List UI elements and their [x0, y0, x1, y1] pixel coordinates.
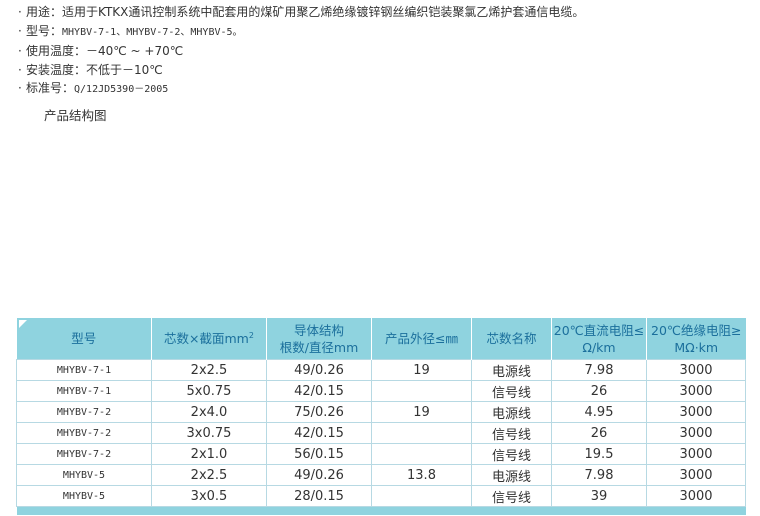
cell-resistance: 39	[551, 485, 647, 507]
cell-core-name: 信号线	[471, 422, 552, 444]
corner-mark	[18, 320, 27, 328]
header-conductor-line2: 根数/直径mm	[279, 339, 359, 355]
diagram-caption: 产品结构图	[44, 108, 107, 123]
cell-cores: 2x2.5	[151, 464, 267, 486]
header-model: 型号	[16, 318, 152, 360]
cell-resistance: 4.95	[551, 401, 647, 423]
cell-model: MHYBV-7-1	[16, 359, 152, 381]
header-insulation-line2: MΩ·km	[674, 339, 719, 355]
cell-cores: 3x0.75	[151, 422, 267, 444]
cell-conductor: 49/0.26	[266, 359, 372, 381]
header-resistance: 20℃直流电阻≤ Ω/km	[551, 318, 647, 360]
header-diameter-text: 产品外径≤㎜	[385, 331, 458, 346]
spec-standard-label: 标准号：	[26, 81, 75, 95]
cell-diameter	[371, 380, 472, 402]
bullet: ·	[18, 62, 22, 77]
cell-conductor: 75/0.26	[266, 401, 372, 423]
cell-core-name: 电源线	[471, 401, 552, 423]
spec-usage-text: 用途：适用于KTKX通讯控制系统中配套用的煤矿用聚乙烯绝缘镀锌钢丝编织铠装聚氯乙…	[26, 5, 585, 19]
cell-insulation: 3000	[646, 443, 746, 465]
table-header-row: 型号 芯数×截面mm2 导体结构 根数/直径mm 产品外径≤㎜ 芯数名称 20℃直…	[16, 318, 746, 360]
cell-conductor: 42/0.15	[266, 380, 372, 402]
cell-cores: 3x0.5	[151, 485, 267, 507]
spec-list: · 用途：适用于KTKX通讯控制系统中配套用的煤矿用聚乙烯绝缘镀锌钢丝编织铠装聚氯…	[18, 3, 584, 100]
cell-model: MHYBV-7-2	[16, 401, 152, 423]
cell-cores: 5x0.75	[151, 380, 267, 402]
table-row: MHYBV-7-2 2x1.0 56/0.15 信号线 19.5 3000	[16, 443, 746, 465]
spec-temp-use: · 使用温度：－40℃ ~ +70℃	[18, 42, 584, 61]
cell-insulation: 3000	[646, 485, 746, 507]
cell-insulation: 3000	[646, 422, 746, 444]
table-row: MHYBV-5 2x2.5 49/0.26 13.8 电源线 7.98 3000	[16, 464, 746, 486]
cell-cores: 2x2.5	[151, 359, 267, 381]
spec-standard: · 标准号：Q/12JD5390－2005	[18, 79, 584, 100]
cell-diameter: 19	[371, 359, 472, 381]
cell-conductor: 28/0.15	[266, 485, 372, 507]
spec-temp-install: · 安装温度：不低于－10℃	[18, 61, 584, 80]
cell-core-name: 电源线	[471, 359, 552, 381]
spec-model: · 型号：MHYBV-7-1、MHYBV-7-2、MHYBV-5。	[18, 22, 584, 43]
table-row: MHYBV-7-1 2x2.5 49/0.26 19 电源线 7.98 3000	[16, 359, 746, 381]
spec-table: 型号 芯数×截面mm2 导体结构 根数/直径mm 产品外径≤㎜ 芯数名称 20℃直…	[16, 318, 746, 515]
cell-diameter: 13.8	[371, 464, 472, 486]
table-footer-bar	[16, 506, 746, 515]
cell-cores: 2x4.0	[151, 401, 267, 423]
table-row: MHYBV-5 3x0.5 28/0.15 信号线 39 3000	[16, 485, 746, 507]
cell-model: MHYBV-5	[16, 464, 152, 486]
header-conductor-line1: 导体结构	[293, 322, 344, 338]
cell-diameter	[371, 485, 472, 507]
bullet: ·	[18, 44, 22, 58]
cell-resistance: 7.98	[551, 464, 647, 486]
header-cores: 芯数×截面mm2	[151, 318, 267, 360]
cell-resistance: 26	[551, 380, 647, 402]
cell-resistance: 19.5	[551, 443, 647, 465]
cell-core-name: 信号线	[471, 485, 552, 507]
header-resistance-line1: 20℃直流电阻≤	[553, 322, 645, 338]
cell-model: MHYBV-5	[16, 485, 152, 507]
spec-standard-value: Q/12JD5390－2005	[74, 84, 169, 95]
header-model-text: 型号	[71, 331, 97, 346]
cell-diameter	[371, 443, 472, 465]
cell-cores: 2x1.0	[151, 443, 267, 465]
cell-insulation: 3000	[646, 359, 746, 381]
cell-model: MHYBV-7-1	[16, 380, 152, 402]
table-row: MHYBV-7-2 2x4.0 75/0.26 19 电源线 4.95 3000	[16, 401, 746, 423]
spec-temp-use-text: 使用温度：－40℃ ~ +70℃	[26, 44, 184, 58]
table-row: MHYBV-7-2 3x0.75 42/0.15 信号线 26 3000	[16, 422, 746, 444]
header-cores-text: 芯数×截面mm	[164, 331, 249, 346]
table-footer-cell	[16, 506, 746, 515]
header-diameter: 产品外径≤㎜	[371, 318, 472, 360]
diagram-image-area	[18, 126, 744, 312]
cell-conductor: 42/0.15	[266, 422, 372, 444]
spec-temp-install-text: 安装温度：不低于－10℃	[26, 62, 163, 77]
cell-core-name: 信号线	[471, 443, 552, 465]
header-insulation: 20℃绝缘电阻≥ MΩ·km	[646, 318, 746, 360]
header-conductor: 导体结构 根数/直径mm	[266, 318, 372, 360]
bullet: ·	[18, 5, 22, 19]
cell-resistance: 26	[551, 422, 647, 444]
cell-diameter	[371, 422, 472, 444]
header-resistance-line2: Ω/km	[582, 339, 616, 355]
cell-insulation: 3000	[646, 380, 746, 402]
cell-insulation: 3000	[646, 464, 746, 486]
cell-conductor: 56/0.15	[266, 443, 372, 465]
spec-model-label: 型号：	[26, 23, 63, 38]
header-cores-sup: 2	[248, 331, 254, 340]
cell-core-name: 信号线	[471, 380, 552, 402]
spec-model-value: MHYBV-7-1、MHYBV-7-2、MHYBV-5。	[62, 26, 243, 38]
header-core-name: 芯数名称	[471, 318, 552, 360]
bullet: ·	[18, 23, 22, 38]
spec-usage: · 用途：适用于KTKX通讯控制系统中配套用的煤矿用聚乙烯绝缘镀锌钢丝编织铠装聚氯…	[18, 3, 584, 22]
header-core-name-text: 芯数名称	[486, 331, 537, 346]
cell-model: MHYBV-7-2	[16, 443, 152, 465]
cell-core-name: 电源线	[471, 464, 552, 486]
cell-diameter: 19	[371, 401, 472, 423]
bullet: ·	[18, 81, 22, 95]
cell-conductor: 49/0.26	[266, 464, 372, 486]
cell-insulation: 3000	[646, 401, 746, 423]
cell-model: MHYBV-7-2	[16, 422, 152, 444]
table-row: MHYBV-7-1 5x0.75 42/0.15 信号线 26 3000	[16, 380, 746, 402]
cell-resistance: 7.98	[551, 359, 647, 381]
header-insulation-line1: 20℃绝缘电阻≥	[651, 322, 742, 338]
